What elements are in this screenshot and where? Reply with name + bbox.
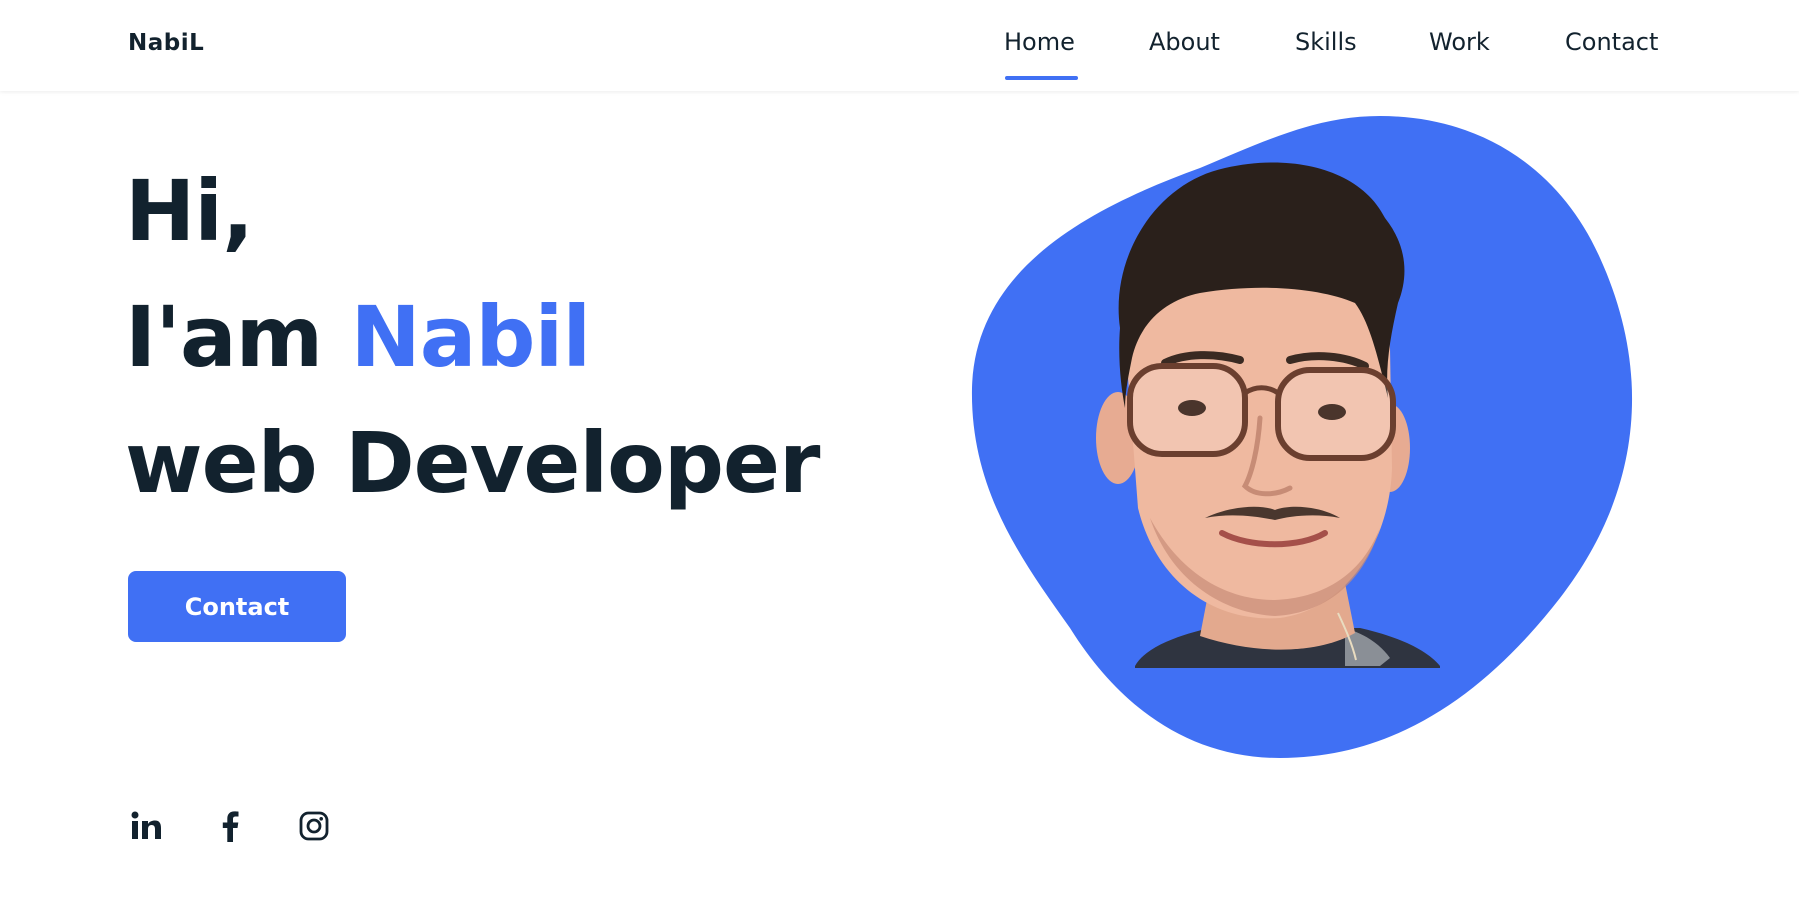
nav-link-skills[interactable]: Skills xyxy=(1295,28,1357,56)
nav-link-work[interactable]: Work xyxy=(1429,28,1490,56)
profile-blob xyxy=(971,116,1633,758)
site-header: NabiL Home About Skills Work Contact xyxy=(0,0,1799,91)
hero-visual xyxy=(960,108,1660,768)
hero-intro-prefix: I'am xyxy=(125,288,351,386)
social-links xyxy=(128,808,348,852)
main-nav: Home About Skills Work Contact xyxy=(0,28,1799,83)
nav-link-about[interactable]: About xyxy=(1149,28,1220,56)
instagram-icon[interactable] xyxy=(296,808,332,844)
portfolio-page: NabiL Home About Skills Work Contact Hi,… xyxy=(0,0,1799,911)
nav-link-home[interactable]: Home xyxy=(1004,28,1075,56)
active-nav-indicator xyxy=(1005,76,1078,80)
hero-name: Nabil xyxy=(350,288,591,386)
contact-button[interactable]: Contact xyxy=(128,571,346,642)
hero-greeting: Hi, xyxy=(125,162,254,260)
hero-title: Hi, I'am Nabil web Developer xyxy=(125,148,820,526)
nav-link-contact[interactable]: Contact xyxy=(1565,28,1658,56)
hero-intro-line: I'am Nabil xyxy=(125,274,819,400)
facebook-icon[interactable] xyxy=(212,808,248,844)
hero-role: web Developer xyxy=(125,414,820,512)
linkedin-icon[interactable] xyxy=(128,808,164,844)
